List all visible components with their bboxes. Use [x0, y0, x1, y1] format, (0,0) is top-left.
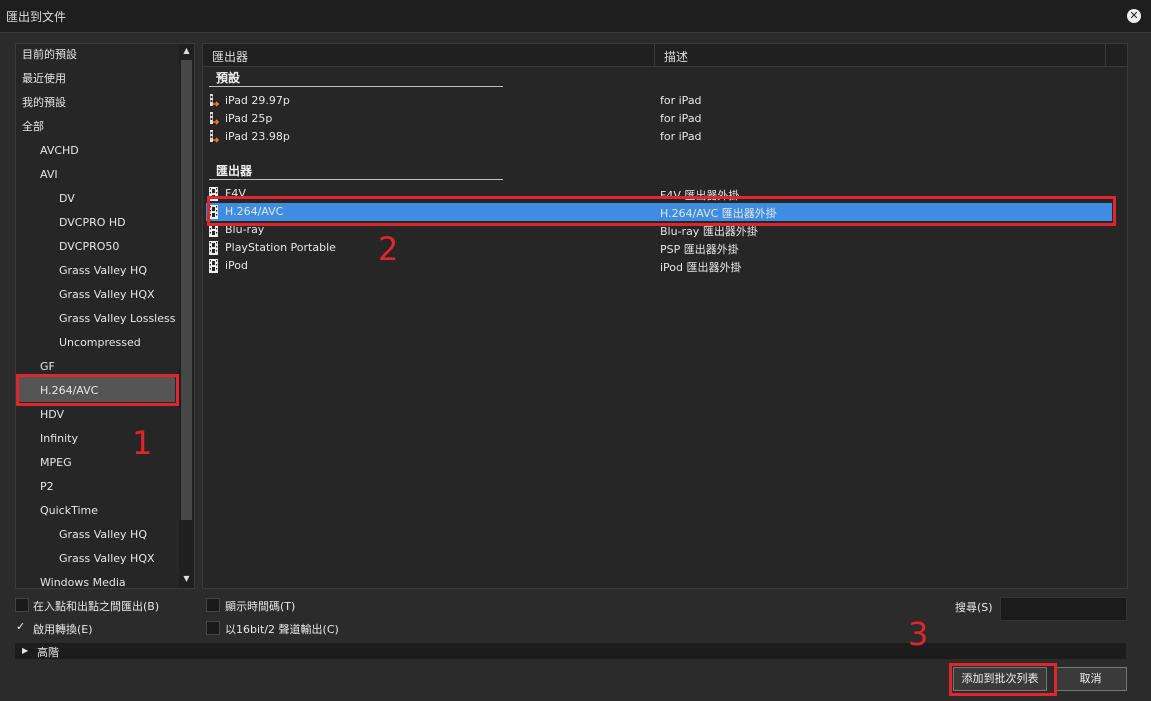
exporter-row[interactable]: iPod iPod 匯出器外掛 — [206, 257, 1112, 275]
group-exporters-title: 匯出器 — [216, 164, 253, 178]
sidebar-item[interactable]: Infinity — [40, 429, 78, 449]
annotation-number-2: 2 — [378, 230, 399, 268]
search-label: 搜尋(S) — [955, 601, 993, 614]
sidebar-item[interactable]: 全部 — [22, 117, 44, 137]
enable-convert-checkbox[interactable]: ✓ — [16, 620, 25, 633]
sidebar-item[interactable]: 最近使用 — [22, 69, 66, 89]
row-name: iPad 23.98p — [225, 130, 290, 143]
film-icon — [209, 259, 218, 273]
sidebar-item[interactable]: Grass Valley HQX — [59, 549, 155, 569]
sidebar-item[interactable]: P2 — [40, 477, 54, 497]
window-title: 匯出到文件 — [6, 10, 67, 24]
category-tree: 目前的預設最近使用我的預設全部 AVCHD AVI DV DVCPRO HD DVCPRO… — [15, 43, 195, 589]
exporter-table: 匯出器 描述 預設 iPad 29.97p for iPad iPad 25p for… — [202, 43, 1128, 589]
row-name: iPad 29.97p — [225, 94, 290, 107]
sidebar-item[interactable]: DVCPRO50 — [59, 237, 119, 257]
sidebar-item[interactable]: 目前的預設 — [22, 45, 77, 65]
row-name: iPad 25p — [225, 112, 273, 125]
preset-row[interactable]: iPad 23.98p for iPad — [206, 128, 1112, 146]
scroll-thumb[interactable] — [181, 60, 192, 520]
row-description: for iPad — [660, 112, 702, 125]
expand-arrow-icon[interactable]: ▶ — [22, 646, 28, 655]
sidebar-item[interactable]: AVCHD — [40, 141, 79, 161]
sidebar-item[interactable]: QuickTime — [40, 501, 98, 521]
cancel-button[interactable]: 取消 — [1054, 667, 1127, 691]
column-divider — [654, 44, 655, 66]
close-icon[interactable]: ✕ — [1127, 9, 1141, 23]
enable-convert-label: 啟用轉換(E) — [33, 623, 93, 636]
sidebar-item[interactable]: Uncompressed — [59, 333, 141, 353]
table-header: 匯出器 描述 — [203, 44, 1127, 67]
show-timecode-checkbox[interactable] — [206, 598, 220, 612]
search-input[interactable] — [1000, 597, 1127, 621]
exporter-row[interactable]: PlayStation Portable PSP 匯出器外掛 — [206, 239, 1112, 257]
tree-scrollbar[interactable]: ▲ ▼ — [179, 44, 194, 588]
preset-row[interactable]: iPad 25p for iPad — [206, 110, 1112, 128]
row-description: iPod 匯出器外掛 — [660, 261, 742, 274]
sidebar-item[interactable]: Grass Valley HQ — [59, 525, 147, 545]
advanced-section[interactable]: ▶ 高階 — [15, 643, 1126, 659]
group-divider — [209, 179, 503, 180]
title-bar: 匯出到文件 ✕ — [0, 0, 1151, 33]
sidebar-item[interactable]: MPEG — [40, 453, 72, 473]
annotation-number-3: 3 — [908, 615, 929, 653]
scroll-down-icon[interactable]: ▼ — [181, 574, 192, 586]
in-out-label: 在入點和出點之間匯出(B) — [33, 600, 160, 613]
preset-icon — [210, 94, 219, 107]
sidebar-item[interactable]: DV — [59, 189, 75, 209]
annotation-box-1 — [16, 374, 179, 406]
film-icon — [209, 241, 218, 255]
sidebar-item[interactable]: DVCPRO HD — [59, 213, 126, 233]
annotation-number-1: 1 — [132, 424, 153, 462]
group-divider — [209, 86, 503, 87]
sidebar-item[interactable]: 我的預設 — [22, 93, 66, 113]
column-divider — [1105, 44, 1106, 66]
bit16-checkbox[interactable] — [206, 621, 220, 635]
show-timecode-label: 顯示時間碼(T) — [225, 600, 296, 613]
row-name: PlayStation Portable — [225, 241, 336, 254]
preset-icon — [210, 112, 219, 125]
sidebar-item[interactable]: Grass Valley HQ — [59, 261, 147, 281]
column-description[interactable]: 描述 — [664, 48, 688, 65]
preset-icon — [210, 130, 219, 143]
annotation-box-3 — [949, 663, 1057, 696]
annotation-box-2 — [207, 196, 1116, 226]
bit16-label: 以16bit/2 聲道輸出(C) — [225, 623, 339, 636]
row-description: for iPad — [660, 130, 702, 143]
sidebar-item[interactable]: Grass Valley HQX — [59, 285, 155, 305]
sidebar-item[interactable]: HDV — [40, 405, 64, 425]
row-description: PSP 匯出器外掛 — [660, 243, 739, 256]
column-exporter[interactable]: 匯出器 — [212, 48, 248, 65]
sidebar-item[interactable]: Windows Media — [40, 573, 126, 588]
advanced-label: 高階 — [37, 646, 59, 659]
scroll-up-icon[interactable]: ▲ — [181, 46, 192, 58]
sidebar-item[interactable]: AVI — [40, 165, 58, 185]
preset-row[interactable]: iPad 29.97p for iPad — [206, 92, 1112, 110]
in-out-checkbox[interactable] — [15, 598, 29, 612]
sidebar-item[interactable]: Grass Valley Lossless — [59, 309, 175, 329]
row-description: for iPad — [660, 94, 702, 107]
group-presets-title: 預設 — [216, 71, 241, 85]
row-name: iPod — [225, 259, 249, 272]
